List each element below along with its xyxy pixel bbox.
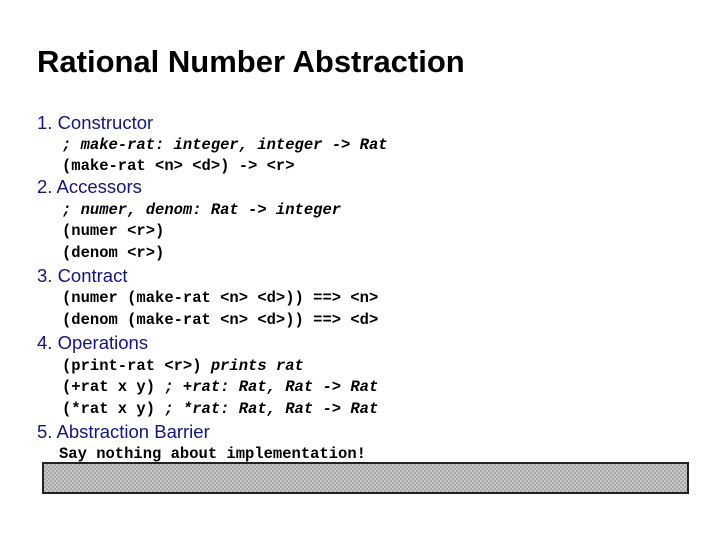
code-comment: ; numer, denom: Rat -> integer: [62, 201, 342, 219]
section-heading-operations: 4. Operations: [37, 332, 149, 353]
code-line: (*rat x y) ; *rat: Rat, Rat -> Rat: [62, 400, 378, 418]
code-text: (*rat x y): [62, 400, 165, 418]
code-line: Say nothing about implementation!: [59, 445, 366, 463]
code-line: (denom (make-rat <n> <d>)) ==> <d>: [62, 311, 378, 329]
section-heading-contract: 3. Contract: [37, 265, 128, 286]
code-line: (numer (make-rat <n> <d>)) ==> <n>: [62, 289, 378, 307]
code-line: (denom <r>): [62, 244, 164, 262]
code-text: (numer (make-rat <n> <d>)) ==> <n>: [62, 289, 379, 307]
code-line: ; numer, denom: Rat -> integer: [62, 201, 341, 219]
code-comment: ; make-rat: integer, integer -> Rat: [62, 136, 388, 154]
section-heading-abstraction-barrier: 5. Abstraction Barrier: [37, 421, 210, 442]
code-comment: ; +rat: Rat, Rat -> Rat: [164, 378, 379, 396]
code-line: (+rat x y) ; +rat: Rat, Rat -> Rat: [62, 378, 378, 396]
code-comment: ; *rat: Rat, Rat -> Rat: [164, 400, 379, 418]
code-comment: prints rat: [210, 357, 304, 375]
code-text: (+rat x y): [62, 378, 165, 396]
section-heading-accessors: 2. Accessors: [37, 176, 142, 197]
section-heading-constructor: 1. Constructor: [37, 112, 154, 133]
abstraction-barrier-box: [42, 462, 689, 494]
code-text: (numer <r>): [62, 222, 165, 240]
code-text: (print-rat <r>): [62, 357, 211, 375]
slide-title: Rational Number Abstraction: [37, 44, 465, 79]
code-text: (make-rat <n> <d>) -> <r>: [62, 157, 295, 175]
code-line: (print-rat <r>) prints rat: [62, 357, 304, 375]
code-line: (numer <r>): [62, 222, 164, 240]
code-line: (make-rat <n> <d>) -> <r>: [62, 157, 295, 175]
code-text: (denom (make-rat <n> <d>)) ==> <d>: [62, 311, 379, 329]
code-text: (denom <r>): [62, 244, 165, 262]
code-line: ; make-rat: integer, integer -> Rat: [62, 136, 388, 154]
code-text: Say nothing about implementation!: [59, 445, 366, 463]
